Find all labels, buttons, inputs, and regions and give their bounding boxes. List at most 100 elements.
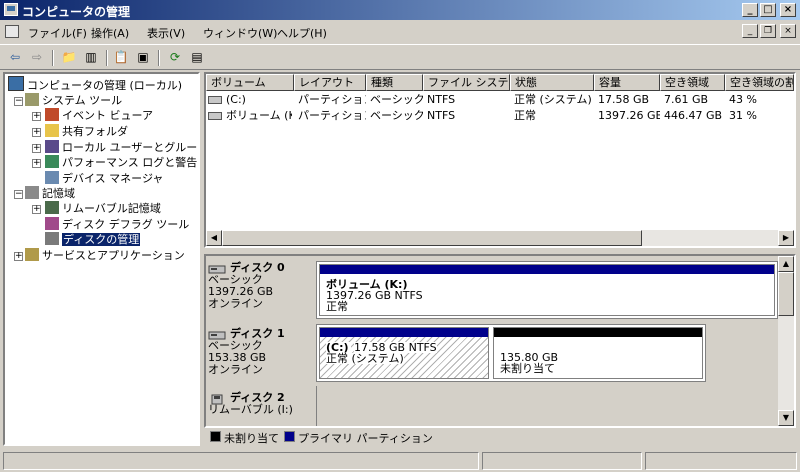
title-bar[interactable]: コンピュータの管理 _ □ × <box>0 0 800 20</box>
menu-help[interactable]: ヘルプ(H) <box>277 25 327 41</box>
tree-item-label: 共有フォルダ <box>62 125 128 138</box>
primary-swatch <box>284 431 295 442</box>
disk-status: オンライン <box>208 363 263 376</box>
collapse-icon[interactable]: − <box>14 190 23 199</box>
child-minimize-button[interactable]: _ <box>742 24 758 38</box>
scroll-up-icon[interactable]: ▲ <box>778 256 794 272</box>
cell-capacity: 17.58 GB <box>598 93 650 106</box>
tree-item-label: イベント ビューア <box>62 109 154 122</box>
child-restore-button[interactable]: ❐ <box>760 24 776 38</box>
expand-icon[interactable]: + <box>14 252 23 261</box>
close-button[interactable]: × <box>780 3 796 17</box>
disk-0-partitions: ボリューム (K:) 1397.26 GB NTFS 正常 <box>316 261 778 319</box>
menu-file[interactable]: ファイル(F) <box>28 25 87 41</box>
disk-2-info[interactable]: ディスク 2 リムーバブル (I:) <box>208 392 315 416</box>
cell-capacity: 1397.26 GB <box>598 109 660 122</box>
cell-free-percent: 43 % <box>729 93 757 106</box>
tree-item-event-viewer[interactable]: イベント ビューア <box>45 108 153 123</box>
partition-c[interactable]: (C:) 17.58 GB NTFS 正常 (システム) <box>319 327 489 379</box>
disk-0-info[interactable]: ディスク 0 ベーシック 1397.26 GB オンライン <box>208 262 315 310</box>
tree-item-label: ローカル ユーザーとグループ <box>62 141 200 154</box>
tree-item-services-apps[interactable]: サービスとアプリケーション <box>25 248 185 263</box>
expand-icon[interactable]: + <box>32 128 41 137</box>
tree-item-disk-management[interactable]: ディスクの管理 <box>45 232 141 247</box>
properties-icon[interactable]: 📋 <box>112 49 130 66</box>
volume-list: ボリューム レイアウト 種類 ファイル システム 状態 容量 空き領域 空き領域… <box>204 72 796 248</box>
defrag-icon <box>45 217 59 230</box>
column-header-free-percent[interactable]: 空き領域の割 <box>725 74 794 91</box>
scroll-left-icon[interactable]: ◀ <box>206 230 222 246</box>
column-header-capacity[interactable]: 容量 <box>594 74 660 91</box>
mmc-icon[interactable] <box>5 25 19 38</box>
tree-item-label: サービスとアプリケーション <box>42 249 185 262</box>
drive-icon <box>208 108 222 123</box>
column-header-layout[interactable]: レイアウト <box>294 74 366 91</box>
legend-primary: プライマリ パーティション <box>298 432 433 445</box>
show-tree-icon[interactable]: ▥ <box>82 49 100 66</box>
up-folder-icon[interactable]: 📁 <box>60 49 78 66</box>
column-header-free-space[interactable]: 空き領域 <box>660 74 725 91</box>
disk-1-partitions: (C:) 17.58 GB NTFS 正常 (システム) 135.80 GB 未… <box>316 324 706 382</box>
forward-arrow-icon[interactable]: ⇨ <box>28 49 46 66</box>
column-header-type[interactable]: 種類 <box>366 74 423 91</box>
help-icon[interactable]: ▣ <box>134 49 152 66</box>
partition-status: 正常 (システム) <box>326 352 404 365</box>
vertical-scrollbar[interactable]: ▲ ▼ <box>778 256 794 426</box>
menu-action[interactable]: 操作(A) <box>91 25 129 41</box>
scroll-thumb[interactable] <box>778 272 794 316</box>
maximize-button[interactable]: □ <box>760 3 776 17</box>
column-header-status[interactable]: 状態 <box>510 74 594 91</box>
collapse-icon[interactable]: − <box>14 97 23 106</box>
tree-item-label: リムーバブル記憶域 <box>62 202 161 215</box>
tree-item-storage[interactable]: 記憶域 <box>25 186 75 201</box>
tree-item-device-manager[interactable]: デバイス マネージャ <box>45 171 163 186</box>
export-list-icon[interactable]: ▤ <box>188 49 206 66</box>
back-arrow-icon[interactable]: ⇦ <box>6 49 24 66</box>
status-panel <box>482 452 642 470</box>
tree-item-root[interactable]: コンピュータの管理 (ローカル) <box>8 76 182 92</box>
drive-icon <box>208 92 222 107</box>
tree-item-removable-storage[interactable]: リムーバブル記憶域 <box>45 201 161 216</box>
expand-icon[interactable]: + <box>32 205 41 214</box>
toolbar-separator <box>106 50 108 66</box>
tree-item-defrag[interactable]: ディスク デフラグ ツール <box>45 217 189 232</box>
partition-k[interactable]: ボリューム (K:) 1397.26 GB NTFS 正常 <box>319 264 775 316</box>
disk-1-info[interactable]: ディスク 1 ベーシック 153.38 GB オンライン <box>208 328 315 376</box>
system-tools-icon <box>25 93 39 106</box>
cell-volume: (C:) <box>226 93 246 106</box>
tree-item-performance-logs[interactable]: パフォーマンス ログと警告 <box>45 155 197 170</box>
tree-item-system-tools[interactable]: システム ツール <box>25 93 122 108</box>
expand-icon[interactable]: + <box>32 159 41 168</box>
disk-management-icon <box>45 232 59 245</box>
tree-item-shared-folders[interactable]: 共有フォルダ <box>45 124 128 139</box>
minimize-button[interactable]: _ <box>742 3 758 17</box>
partition-status: 未割り当て <box>500 362 555 375</box>
tree-item-label: デバイス マネージャ <box>62 172 164 185</box>
column-header-filesystem[interactable]: ファイル システム <box>423 74 510 91</box>
horizontal-scrollbar[interactable]: ◀ ▶ <box>206 230 794 246</box>
scroll-thumb[interactable] <box>222 230 642 246</box>
removable-disk-icon <box>211 394 223 405</box>
performance-icon <box>45 155 59 168</box>
window-title: コンピュータの管理 <box>22 5 131 19</box>
expand-icon[interactable]: + <box>32 144 41 153</box>
tree-item-label: 記憶域 <box>42 187 75 200</box>
refresh-icon[interactable]: ⟳ <box>166 49 184 66</box>
primary-partition-bar <box>320 265 774 274</box>
disk-view: ディスク 0 ベーシック 1397.26 GB オンライン ボリューム (K:)… <box>204 254 796 428</box>
child-close-button[interactable]: × <box>780 24 796 38</box>
toolbar-separator <box>158 50 160 66</box>
menu-view[interactable]: 表示(V) <box>147 25 185 41</box>
cell-volume: ボリューム (K:) <box>226 109 292 122</box>
tree-item-local-users[interactable]: ローカル ユーザーとグループ <box>45 140 200 155</box>
partition-unallocated[interactable]: 135.80 GB 未割り当て <box>493 327 703 379</box>
scroll-right-icon[interactable]: ▶ <box>778 230 794 246</box>
status-bar <box>0 450 800 472</box>
scroll-down-icon[interactable]: ▼ <box>778 410 794 426</box>
menu-window[interactable]: ウィンドウ(W) <box>203 25 277 41</box>
expand-icon[interactable]: + <box>32 112 41 121</box>
column-header-volume[interactable]: ボリューム <box>206 74 294 91</box>
computer-icon <box>8 76 24 91</box>
toolbar: ⇦ ⇨ 📁 ▥ 📋 ▣ ⟳ ▤ <box>0 44 800 70</box>
status-panel <box>3 452 479 470</box>
